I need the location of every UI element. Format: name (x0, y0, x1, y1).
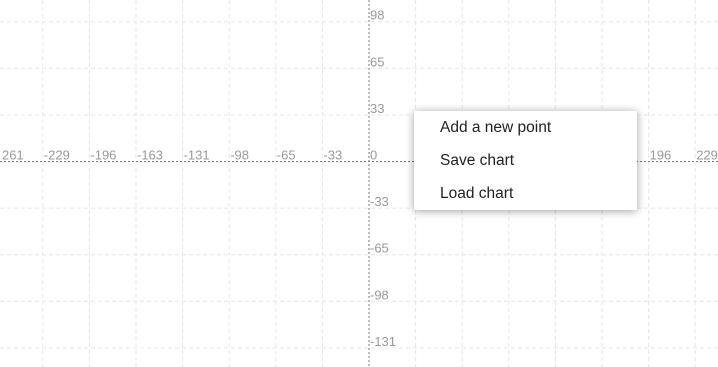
menu-item-load-chart[interactable]: Load chart (414, 177, 637, 210)
x-tick-label: -33 (323, 148, 342, 163)
x-tick-label: -163 (137, 148, 163, 163)
x-tick-label: 0 (370, 148, 377, 163)
y-tick-label: 98 (370, 8, 384, 23)
y-tick-label: -131 (370, 334, 396, 349)
y-tick-label: -98 (370, 287, 389, 302)
menu-item-add-new-point[interactable]: Add a new point (414, 111, 637, 144)
x-tick-label: -196 (90, 148, 116, 163)
y-tick-label: -33 (370, 194, 389, 209)
x-tick-label: 261 (2, 148, 24, 163)
x-tick-label: -98 (230, 148, 249, 163)
x-tick-label: -65 (277, 148, 296, 163)
x-tick-label: 196 (650, 148, 672, 163)
x-tick-label: 229 (696, 148, 718, 163)
y-tick-label: 33 (370, 101, 384, 116)
x-tick-label: -229 (44, 148, 70, 163)
x-tick-label: -131 (184, 148, 210, 163)
y-tick-label: 65 (370, 54, 384, 69)
menu-item-save-chart[interactable]: Save chart (414, 144, 637, 177)
y-tick-label: -65 (370, 241, 389, 256)
context-menu: Add a new point Save chart Load chart (414, 111, 637, 210)
